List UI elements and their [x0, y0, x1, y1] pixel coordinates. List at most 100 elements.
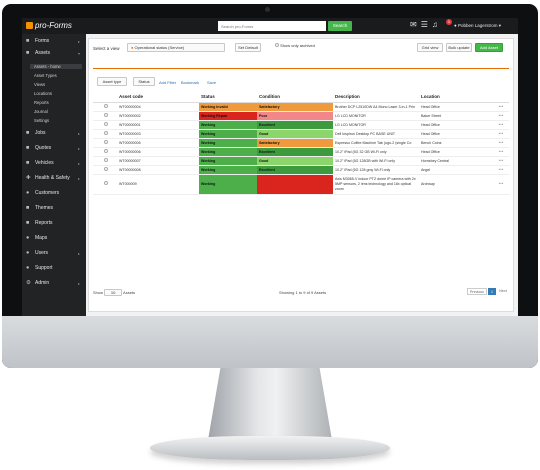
column-status[interactable]: Status	[199, 91, 257, 103]
table-row[interactable]: WT00000007 Working Good 10.2" iPad (5G 128G…	[93, 156, 509, 166]
row-actions-icon[interactable]: ⋯	[491, 102, 509, 112]
radio-icon	[104, 149, 108, 153]
description-cell: 10.2" iPad (5G 128GB with Wi-Fi only	[333, 156, 419, 166]
sidebar-item-themes[interactable]: ■ Themes	[26, 204, 53, 213]
asset-type-filter[interactable]: Asset type	[97, 77, 127, 86]
show-archived-checkbox[interactable]: Show only archived	[275, 43, 315, 48]
table-row[interactable]: WT00000003 Working Good Dell Inspiron Deskt…	[93, 129, 509, 139]
description-cell: Brother DCP L2510DW A4 Mono Laser 3-in-1…	[333, 102, 419, 112]
page-size-select[interactable]: 10	[104, 289, 123, 296]
row-checkbox[interactable]	[93, 129, 117, 139]
row-actions-icon[interactable]: ⋯	[491, 165, 509, 175]
table-row[interactable]: WT00000001 Working Excellent LG LCD MONITOR…	[93, 120, 509, 130]
status-cell: Working	[199, 174, 257, 195]
row-checkbox[interactable]	[93, 174, 117, 195]
column-location[interactable]: Location	[419, 91, 491, 103]
table-row[interactable]: WT000009 Working Axis M3065-V indoor PTZ d…	[93, 174, 509, 195]
row-checkbox[interactable]	[93, 138, 117, 148]
sidebar-item-vehicles[interactable]: ■ Vehicles ▸	[26, 159, 80, 168]
sidebar-item-maps[interactable]: ● Maps	[26, 234, 47, 243]
chevron-right-icon: ▸	[78, 39, 81, 44]
row-actions-icon[interactable]: ⋯	[491, 156, 509, 166]
sidebar-item-assets[interactable]: ■ Assets ▾	[26, 49, 80, 58]
status-cell: Working Invalid	[199, 102, 257, 112]
search-button[interactable]: Search	[328, 21, 352, 31]
sidebar-item-health-safety[interactable]: ✚ Health & Safety ▸	[26, 174, 80, 183]
condition-cell: Good	[257, 129, 333, 139]
previous-page-button[interactable]: Previous	[467, 288, 487, 295]
list-icon[interactable]: ☰	[421, 20, 432, 29]
brand-logo[interactable]: pro-Forms	[26, 21, 72, 30]
sidebar-subitem-journal[interactable]: Journal	[34, 109, 48, 114]
user-menu[interactable]: ● Pobben Lagerstrom ▾	[454, 23, 501, 29]
column-condition[interactable]: Condition	[257, 91, 333, 103]
bookmark-link[interactable]: Bookmark	[181, 80, 199, 85]
search-input[interactable]	[218, 21, 326, 31]
sidebar-item-label: Reports	[35, 220, 53, 226]
monitor-stand-base	[150, 436, 390, 460]
sidebar-subitem-settings[interactable]: Settings	[34, 118, 49, 123]
table-row[interactable]: WT00000006 Working Excellent 10.2" iPad (5G…	[93, 147, 509, 157]
row-checkbox[interactable]	[93, 165, 117, 175]
table-row[interactable]: WT00000004 Working Invalid Satisfactory Bro…	[93, 102, 509, 112]
sidebar-item-support[interactable]: ● Support	[26, 264, 53, 273]
view-select-value: Operational status (Service)	[134, 45, 185, 50]
sidebar-item-label: Forms	[35, 38, 50, 44]
view-select[interactable]: ● Operational status (Service)	[127, 43, 225, 52]
table-header: Asset code Status Condition Description …	[93, 91, 509, 103]
description-cell: LG LCD MONITOR	[333, 111, 419, 121]
page-1-button[interactable]: 1	[488, 288, 496, 295]
row-checkbox[interactable]	[93, 120, 117, 130]
bell-icon[interactable]: ♫	[432, 20, 442, 29]
table-row[interactable]: WT00000008 Working Excellent 10.2" iPad (5G…	[93, 165, 509, 175]
status-cell: Working	[199, 156, 257, 166]
add-filter-link[interactable]: Add Filter	[159, 80, 176, 85]
sidebar-subitem-asset-types[interactable]: Asset Types	[34, 73, 57, 78]
set-default-button[interactable]: Set Default	[235, 43, 261, 52]
status-cell: Working	[199, 120, 257, 130]
column-asset-code[interactable]: Asset code	[117, 91, 199, 103]
row-actions-icon[interactable]: ⋯	[491, 138, 509, 148]
row-actions-icon[interactable]: ⋯	[491, 111, 509, 121]
sidebar-item-forms[interactable]: ■ Forms ▸	[26, 37, 80, 46]
sidebar-item-label: Quotes	[35, 145, 52, 151]
sidebar-subitem-assets-home[interactable]: Assets - home	[30, 64, 82, 69]
support-icon: ●	[26, 265, 30, 271]
row-checkbox[interactable]	[93, 147, 117, 157]
sidebar-subitem-views[interactable]: Views	[34, 82, 45, 87]
row-checkbox[interactable]	[93, 111, 117, 121]
row-actions-icon[interactable]: ⋯	[491, 120, 509, 130]
car-icon: ■	[26, 160, 30, 166]
next-page-button[interactable]: Next	[497, 288, 509, 295]
table-row[interactable]: WT00000002 Working Repair Poor LG LCD MONIT…	[93, 111, 509, 121]
sidebar-item-quotes[interactable]: ■ Quotes ▸	[26, 144, 80, 153]
sidebar-item-admin[interactable]: ⚙ Admin ▸	[26, 279, 80, 288]
orange-divider	[93, 68, 509, 69]
megaphone-icon[interactable]: ✉	[410, 20, 421, 29]
sidebar-item-users[interactable]: ● Users ▸	[26, 249, 80, 258]
radio-icon	[104, 167, 108, 171]
row-actions-icon[interactable]: ⋯	[491, 147, 509, 157]
sidebar-item-jobs[interactable]: ■ Jobs ▸	[26, 129, 80, 138]
users-icon: ●	[26, 250, 30, 256]
row-actions-icon[interactable]: ⋯	[491, 129, 509, 139]
radio-icon	[104, 122, 108, 126]
status-filter[interactable]: Status	[133, 77, 155, 86]
sidebar-subitem-locations[interactable]: Locations	[34, 91, 52, 96]
sidebar-item-customers[interactable]: ● Customers	[26, 189, 59, 198]
row-checkbox[interactable]	[93, 156, 117, 166]
table-row[interactable]: WT00000005 Working Satisfactory Espresso Co…	[93, 138, 509, 148]
sidebar-subitem-reports[interactable]: Reports	[34, 100, 49, 105]
save-link[interactable]: Save	[207, 80, 216, 85]
grid-view-button[interactable]: Grid view	[417, 43, 443, 52]
column-description[interactable]: Description	[333, 91, 419, 103]
select-all-header[interactable]	[93, 91, 117, 103]
radio-icon	[104, 104, 108, 108]
row-actions-icon[interactable]: ⋯	[491, 174, 509, 195]
row-checkbox[interactable]	[93, 102, 117, 112]
monitor-stand-neck	[208, 368, 332, 440]
assets-table: Asset code Status Condition Description …	[93, 91, 509, 195]
sidebar-item-reports[interactable]: ■ Reports	[26, 219, 53, 228]
add-asset-button[interactable]: Add Asset	[475, 43, 503, 52]
bulk-update-button[interactable]: Bulk update	[446, 43, 472, 52]
